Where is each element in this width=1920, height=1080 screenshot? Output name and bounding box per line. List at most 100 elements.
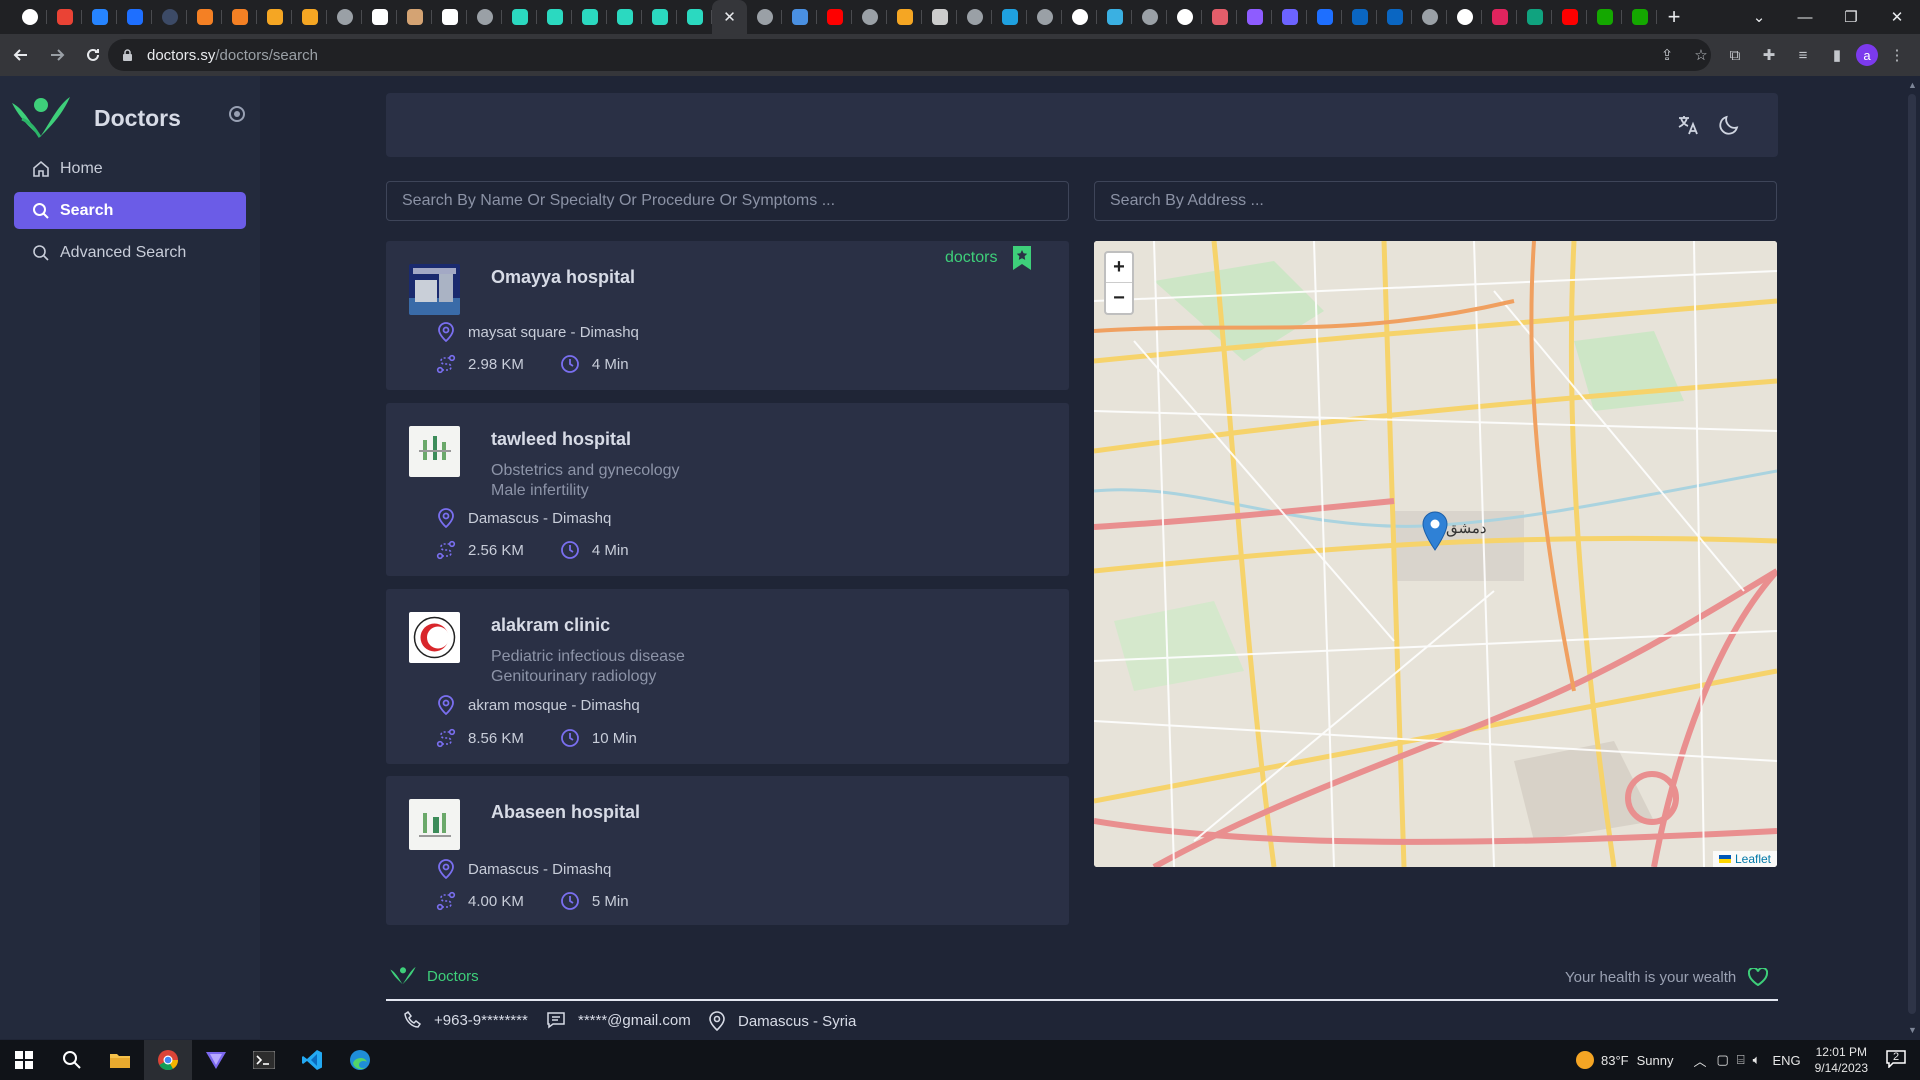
sidepanel-icon[interactable]: ▮ bbox=[1822, 40, 1852, 70]
extension-icon[interactable]: ⧉ bbox=[1720, 40, 1750, 70]
taskbar-search-button[interactable] bbox=[48, 1040, 96, 1080]
bookmark-star-icon[interactable]: ☆ bbox=[1686, 40, 1716, 70]
browser-tab[interactable] bbox=[397, 0, 432, 34]
search-name-input[interactable]: Search By Name Or Specialty Or Procedure… bbox=[386, 181, 1069, 221]
browser-tab[interactable] bbox=[1097, 0, 1132, 34]
browser-tab[interactable] bbox=[1307, 0, 1342, 34]
footer-brand[interactable]: Doctors bbox=[389, 966, 479, 986]
browser-tab[interactable] bbox=[922, 0, 957, 34]
share-icon[interactable]: ⇪ bbox=[1652, 40, 1682, 70]
media-icon[interactable]: ≡ bbox=[1788, 40, 1818, 70]
address-bar[interactable]: doctors.sy/doctors/search bbox=[108, 39, 1711, 71]
volume-icon[interactable]: 🔈︎ bbox=[1753, 1052, 1761, 1068]
close-icon[interactable]: ✕ bbox=[723, 8, 736, 26]
footer-email[interactable]: *****@gmail.com bbox=[546, 1011, 691, 1029]
browser-tab[interactable] bbox=[782, 0, 817, 34]
browser-tab[interactable] bbox=[1552, 0, 1587, 34]
restore-button[interactable]: ❐ bbox=[1828, 0, 1874, 34]
back-button[interactable] bbox=[6, 40, 36, 70]
zoom-out-button[interactable]: − bbox=[1106, 283, 1132, 313]
notification-center-icon[interactable]: 2 bbox=[1886, 1050, 1908, 1070]
map-view[interactable]: دمشق + − Leaflet bbox=[1094, 241, 1777, 867]
weather-temp[interactable]: 83°F bbox=[1601, 1053, 1629, 1068]
scroll-up-icon[interactable]: ▲ bbox=[1908, 80, 1917, 90]
taskbar-file-explorer[interactable] bbox=[96, 1040, 144, 1080]
browser-tab[interactable] bbox=[1517, 0, 1552, 34]
browser-tab[interactable] bbox=[117, 0, 152, 34]
sidebar-item-advanced-search[interactable]: Advanced Search bbox=[14, 234, 246, 271]
scrollbar-thumb[interactable] bbox=[1908, 94, 1916, 1014]
search-address-input[interactable]: Search By Address ... bbox=[1094, 181, 1777, 221]
browser-tab[interactable] bbox=[957, 0, 992, 34]
browser-tab[interactable] bbox=[362, 0, 397, 34]
forward-button[interactable] bbox=[42, 40, 72, 70]
attribution-link[interactable]: Leaflet bbox=[1735, 852, 1771, 866]
taskbar-vpn-app[interactable] bbox=[192, 1040, 240, 1080]
network-icon[interactable]: ⌸ bbox=[1737, 1052, 1745, 1068]
result-card[interactable]: doctors Omayya hospital maysat square - … bbox=[386, 241, 1069, 390]
browser-tab[interactable] bbox=[222, 0, 257, 34]
footer-location[interactable]: Damascus - Syria bbox=[708, 1011, 856, 1031]
browser-tab[interactable] bbox=[642, 0, 677, 34]
browser-tab[interactable] bbox=[82, 0, 117, 34]
camera-icon[interactable]: ▢ bbox=[1717, 1052, 1729, 1068]
facility-name[interactable]: Abaseen hospital bbox=[491, 802, 640, 823]
minimize-button[interactable]: — bbox=[1782, 0, 1828, 34]
brand[interactable]: Doctors bbox=[10, 90, 181, 146]
profile-avatar[interactable]: a bbox=[1856, 44, 1878, 66]
browser-tab[interactable] bbox=[1412, 0, 1447, 34]
browser-tab[interactable] bbox=[257, 0, 292, 34]
browser-tab[interactable]: ✕ bbox=[712, 0, 747, 34]
browser-tab[interactable] bbox=[467, 0, 502, 34]
puzzle-icon[interactable]: ✚ bbox=[1754, 40, 1784, 70]
browser-tab[interactable] bbox=[677, 0, 712, 34]
browser-tab[interactable] bbox=[1482, 0, 1517, 34]
taskbar-chrome[interactable] bbox=[144, 1040, 192, 1080]
browser-tab[interactable] bbox=[1132, 0, 1167, 34]
browser-tab[interactable] bbox=[1342, 0, 1377, 34]
close-window-button[interactable]: ✕ bbox=[1874, 0, 1920, 34]
translate-icon[interactable] bbox=[1676, 113, 1700, 137]
browser-tab[interactable] bbox=[1202, 0, 1237, 34]
browser-tab[interactable] bbox=[1062, 0, 1097, 34]
footer-phone[interactable]: +963-9******** bbox=[404, 1011, 528, 1029]
result-card[interactable]: alakram clinic Pediatric infectious dise… bbox=[386, 589, 1069, 764]
browser-tab[interactable] bbox=[1447, 0, 1482, 34]
browser-tab[interactable] bbox=[747, 0, 782, 34]
browser-tab[interactable] bbox=[992, 0, 1027, 34]
browser-tab[interactable] bbox=[1237, 0, 1272, 34]
clock[interactable]: 12:01 PM 9/14/2023 bbox=[1815, 1044, 1868, 1076]
browser-tab[interactable] bbox=[1587, 0, 1622, 34]
browser-tab[interactable] bbox=[1377, 0, 1412, 34]
browser-tab[interactable] bbox=[1272, 0, 1307, 34]
browser-tab[interactable] bbox=[152, 0, 187, 34]
sidebar-item-search[interactable]: Search bbox=[14, 192, 246, 229]
browser-tab[interactable] bbox=[327, 0, 362, 34]
tab-search-icon[interactable]: ⌄ bbox=[1736, 0, 1782, 34]
map-marker-icon[interactable] bbox=[1422, 511, 1448, 551]
browser-tab[interactable] bbox=[1027, 0, 1062, 34]
sidebar-collapse-toggle[interactable] bbox=[229, 106, 245, 122]
browser-tab[interactable] bbox=[502, 0, 537, 34]
dark-mode-moon-icon[interactable] bbox=[1717, 113, 1741, 137]
zoom-in-button[interactable]: + bbox=[1106, 253, 1132, 283]
page-scrollbar[interactable]: ▲ ▼ bbox=[1904, 76, 1920, 1039]
sidebar-item-home[interactable]: Home bbox=[14, 150, 246, 187]
weather-text[interactable]: Sunny bbox=[1637, 1053, 1674, 1068]
browser-tab[interactable] bbox=[537, 0, 572, 34]
doctors-bookmark-tag[interactable]: doctors bbox=[945, 246, 1032, 270]
language-indicator[interactable]: ENG bbox=[1772, 1053, 1800, 1068]
browser-tab[interactable] bbox=[607, 0, 642, 34]
facility-name[interactable]: Omayya hospital bbox=[491, 267, 635, 288]
map-attribution[interactable]: Leaflet bbox=[1712, 851, 1777, 867]
browser-tab[interactable] bbox=[292, 0, 327, 34]
new-tab-button[interactable]: + bbox=[1657, 0, 1691, 34]
result-card[interactable]: Abaseen hospital Damascus - Dimashq 4.00… bbox=[386, 776, 1069, 925]
result-card[interactable]: tawleed hospital Obstetrics and gynecolo… bbox=[386, 403, 1069, 576]
menu-dots-icon[interactable]: ⋮ bbox=[1882, 40, 1912, 70]
browser-tab[interactable] bbox=[852, 0, 887, 34]
browser-tab[interactable] bbox=[1167, 0, 1202, 34]
browser-tab[interactable] bbox=[432, 0, 467, 34]
facility-name[interactable]: alakram clinic bbox=[491, 615, 610, 636]
scroll-down-icon[interactable]: ▼ bbox=[1908, 1025, 1917, 1035]
